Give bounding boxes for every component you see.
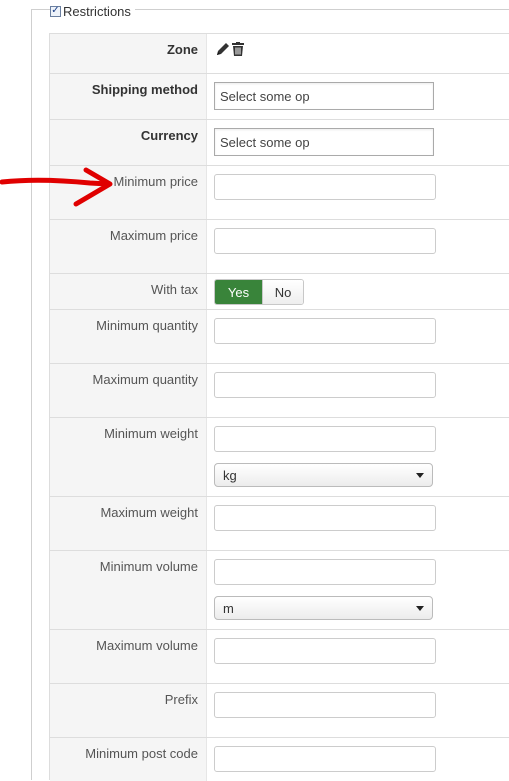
maximum-price-label: Maximum price: [109, 228, 198, 243]
row-currency: Currency: [50, 119, 509, 166]
row-minimum-quantity: Minimum quantity: [50, 309, 509, 364]
minimum-quantity-label: Minimum quantity: [96, 318, 198, 333]
minimum-weight-input[interactable]: [214, 426, 436, 452]
row-maximum-price: Maximum price: [50, 219, 509, 274]
minimum-weight-label: Minimum weight: [104, 426, 198, 441]
restrictions-label: Restrictions: [63, 3, 131, 19]
with-tax-yes-button[interactable]: Yes: [215, 280, 262, 304]
maximum-volume-input[interactable]: [214, 638, 436, 664]
row-minimum-weight: Minimum weight kg: [50, 417, 509, 497]
currency-select[interactable]: [214, 128, 434, 156]
maximum-price-input[interactable]: [214, 228, 436, 254]
minimum-price-label: Minimum price: [113, 174, 198, 189]
currency-label: Currency: [140, 128, 198, 143]
row-minimum-post-code: Minimum post code: [50, 737, 509, 781]
maximum-quantity-input[interactable]: [214, 372, 436, 398]
maximum-weight-input[interactable]: [214, 505, 436, 531]
restrictions-table: Zone Shipping method Select some op Curr…: [49, 33, 509, 781]
row-zone: Zone: [50, 33, 509, 74]
maximum-weight-label: Maximum weight: [100, 505, 198, 520]
row-shipping-method: Shipping method: [50, 73, 509, 120]
with-tax-no-button[interactable]: No: [262, 280, 303, 304]
prefix-input[interactable]: [214, 692, 436, 718]
weight-unit-value: kg: [223, 467, 237, 483]
annotation-arrow-icon: [0, 167, 113, 207]
shipping-method-label: Shipping method: [91, 82, 198, 97]
prefix-label: Prefix: [164, 692, 198, 707]
maximum-quantity-label: Maximum quantity: [92, 372, 198, 387]
minimum-volume-input[interactable]: [214, 559, 436, 585]
row-prefix: Prefix: [50, 683, 509, 738]
weight-unit-select[interactable]: kg: [214, 463, 433, 487]
minimum-volume-label: Minimum volume: [99, 559, 198, 574]
zone-label: Zone: [166, 42, 198, 57]
restrictions-checkbox[interactable]: ✓: [50, 5, 61, 17]
row-maximum-volume: Maximum volume: [50, 629, 509, 684]
row-with-tax: With tax Yes No: [50, 273, 509, 310]
volume-unit-value: m: [223, 600, 234, 616]
minimum-price-input[interactable]: [214, 174, 436, 200]
minimum-post-code-label: Minimum post code: [85, 746, 198, 761]
maximum-volume-label: Maximum volume: [96, 638, 198, 653]
minimum-quantity-input[interactable]: [214, 318, 436, 344]
chevron-down-icon: [416, 472, 424, 478]
chevron-down-icon: [416, 605, 424, 611]
with-tax-toggle: Yes No: [214, 279, 304, 305]
shipping-method-select[interactable]: [214, 82, 434, 110]
pencil-icon[interactable]: [216, 42, 230, 56]
row-maximum-weight: Maximum weight: [50, 496, 509, 551]
with-tax-label: With tax: [151, 282, 198, 297]
row-maximum-quantity: Maximum quantity: [50, 363, 509, 418]
trash-icon[interactable]: [232, 42, 244, 56]
row-minimum-volume: Minimum volume m: [50, 550, 509, 630]
fieldset-left-border: [31, 10, 32, 780]
restrictions-legend: ✓ Restrictions: [50, 2, 135, 20]
volume-unit-select[interactable]: m: [214, 596, 433, 620]
minimum-post-code-input[interactable]: [214, 746, 436, 772]
